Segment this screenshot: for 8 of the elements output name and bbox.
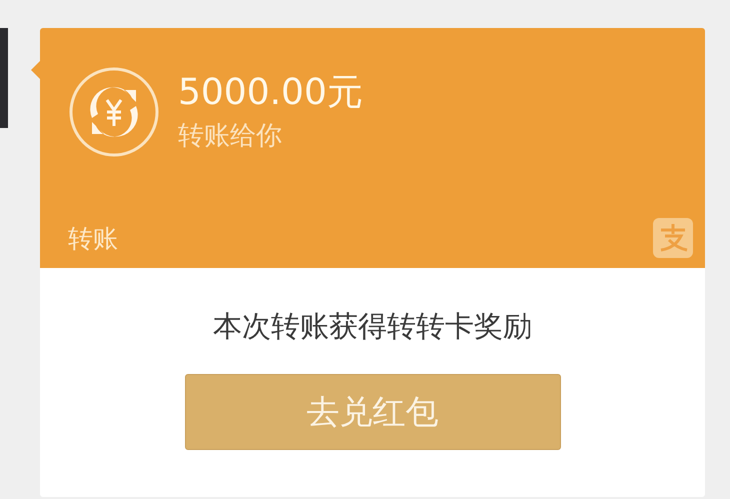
transfer-note: 转账给你	[178, 120, 283, 153]
transfer-card[interactable]: 5000.00元 转账给你 转账	[40, 28, 705, 268]
reward-message: 本次转账获得转转卡奖励	[213, 308, 532, 345]
transfer-label: 转账	[68, 222, 118, 254]
transfer-icon	[68, 66, 160, 158]
transfer-amount: 5000.00元	[178, 71, 363, 115]
app-logo-icon	[653, 218, 693, 258]
redeem-button[interactable]: 去兑红包	[184, 374, 560, 450]
